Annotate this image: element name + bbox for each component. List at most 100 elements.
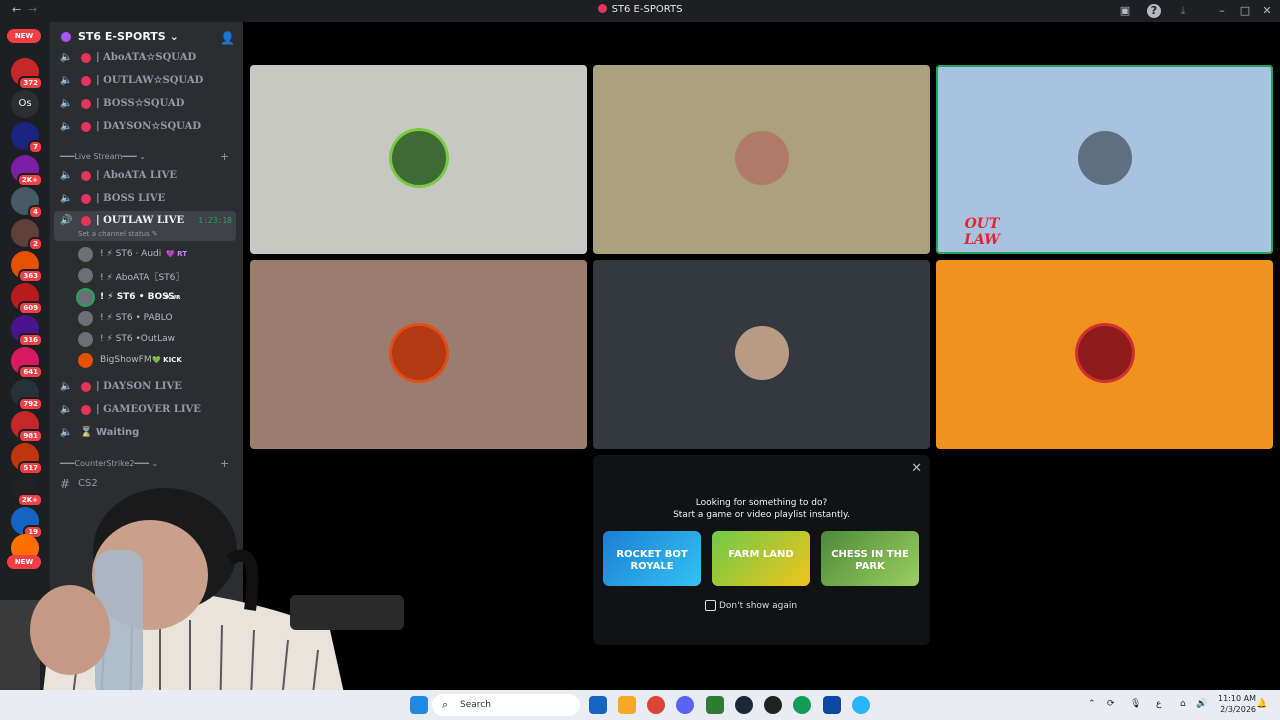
excel-icon[interactable] [706,696,724,714]
app-icon[interactable] [823,696,841,714]
invite-icon[interactable]: 👤 [220,31,235,45]
avatar [1078,131,1132,185]
chevron-down-icon: ⌄ [169,30,179,43]
app-icon[interactable] [852,696,870,714]
server-icon[interactable]: 4 [11,187,43,219]
avatar [735,326,789,380]
participant-tile[interactable] [250,260,587,449]
speaker-icon: 🔈 [60,121,73,132]
voice-channel[interactable]: 🔈 | DAYSON LIVE [54,377,236,397]
avatar [78,332,93,347]
sync-icon[interactable]: ⟳ [1107,699,1115,709]
server-icon[interactable]: 316 [11,315,43,347]
server-icon[interactable]: 363 [11,251,43,283]
speaker-icon: 🔈 [60,170,73,181]
channel-status[interactable]: Set a channel status ✎ [78,230,158,238]
server-icon[interactable]: 517 [11,443,43,475]
server-icon[interactable]: 2K+ [11,155,43,187]
maximize-icon[interactable]: □ [1238,4,1252,18]
participant-tile[interactable] [936,260,1273,449]
server-icon[interactable]: 2 [11,219,43,251]
voice-channel[interactable]: 🔈 | BOSS☆SQUAD [54,94,236,114]
server-icon[interactable]: Os [11,90,39,118]
voice-channel[interactable]: 🔈 | DAYSON☆SQUAD [54,117,236,137]
call-timer: 1:23:18 [198,216,232,225]
avatar [78,290,93,305]
server-icon[interactable]: 609 [11,283,43,315]
voice-channel[interactable]: 🔈 | AboATA☆SQUAD [54,48,236,68]
window-title: ST6 E-SPORTS [0,4,1280,15]
participant-tile[interactable] [593,65,930,254]
live-dot-icon [81,99,91,109]
speaker-icon: 🔈 [60,404,73,415]
close-icon[interactable]: ✕ [1260,4,1274,18]
widgets-icon[interactable] [589,696,607,714]
steam-icon[interactable] [735,696,753,714]
window-titlebar: ← → ST6 E-SPORTS ▣ ? ⤓ – □ ✕ [0,0,1280,22]
voice-channel[interactable]: 🔈 | BOSS LIVE [54,189,236,209]
voice-channel[interactable]: 🔈 | OUTLAW☆SQUAD [54,71,236,91]
obs-icon[interactable] [764,696,782,714]
inbox-icon[interactable]: ▣ [1118,4,1132,18]
add-channel-icon[interactable]: + [220,150,229,163]
live-dot-icon [81,171,91,181]
server-icon[interactable]: 792 [11,379,43,411]
network-icon[interactable]: ⌂ [1180,699,1186,709]
close-icon[interactable]: ✕ [911,461,922,476]
windows-start-icon[interactable] [410,696,428,714]
download-icon[interactable]: ⤓ [1176,4,1190,18]
search-icon: ⌕ [442,698,449,711]
avatar [78,353,93,368]
discord-icon[interactable] [676,696,694,714]
avatar [78,311,93,326]
avatar [78,247,93,262]
microphone-icon[interactable]: 🎙 [1130,699,1141,709]
webcam-overlay [0,488,404,720]
system-clock[interactable]: 11:10 AM 2/3/2026 [1218,693,1256,715]
live-dot-icon [81,53,91,63]
participant-tile[interactable] [593,260,930,449]
category-header[interactable]: ━━━Live Stream━━━ ⌄ + [60,150,229,163]
add-channel-icon[interactable]: + [220,457,229,470]
server-name[interactable]: ST6 E-SPORTS ⌄ [78,30,179,43]
speaker-icon: 🔈 [60,193,73,204]
voice-channel[interactable]: 🔈 | GAMEOVER LIVE [54,400,236,420]
server-icon[interactable]: 981 [11,411,43,443]
server-icon[interactable]: 641 [11,347,43,379]
help-icon[interactable]: ? [1147,4,1161,18]
server-icon[interactable]: 372 [11,58,43,90]
file-explorer-icon[interactable] [618,696,636,714]
avatar [392,326,446,380]
avatar [78,268,93,283]
windows-taskbar: ⌕ Search ⌃ ⟳ 🎙 ع ⌂ 🔊 11:10 AM 2/3/2026 🔔 [0,690,1280,720]
live-dot-icon [81,405,91,415]
edge-icon[interactable] [793,696,811,714]
activity-prompt: ✕ Looking for something to do? Start a g… [593,455,930,645]
avatar [735,131,789,185]
live-dot-icon [81,122,91,132]
dont-show-again-checkbox[interactable]: Don't show again [705,600,797,611]
hand-shape [30,585,110,675]
language-indicator[interactable]: ع [1156,699,1161,709]
avatar [392,131,446,185]
voice-channel[interactable]: 🔈 ⌛ Waiting [54,423,236,443]
voice-channel[interactable]: 🔈 | AboATA LIVE [54,166,236,186]
activity-card[interactable]: FARM LAND [712,531,810,586]
search-input[interactable]: ⌕ Search [432,694,580,716]
activity-card[interactable]: ROCKET BOT ROYALE [603,531,701,586]
live-dot-icon [81,194,91,204]
volume-icon[interactable]: 🔊 [1196,699,1207,709]
chrome-icon[interactable] [647,696,665,714]
new-badge: NEW [7,29,41,43]
activity-card[interactable]: CHESS IN THE PARK [821,531,919,586]
participant-tile[interactable] [250,65,587,254]
minimize-icon[interactable]: – [1215,4,1229,18]
notification-bell-icon[interactable]: 🔔 [1256,699,1267,709]
chevron-down-icon: ⌄ [139,152,146,161]
chevron-up-icon[interactable]: ⌃ [1088,699,1096,709]
category-header[interactable]: ━━━CounterStrike2━━━ ⌄ + [60,457,229,470]
server-icon[interactable]: 7 [11,122,43,154]
live-dot-icon [81,216,91,226]
checkbox-icon[interactable] [705,600,716,611]
chevron-down-icon: ⌄ [151,459,159,468]
